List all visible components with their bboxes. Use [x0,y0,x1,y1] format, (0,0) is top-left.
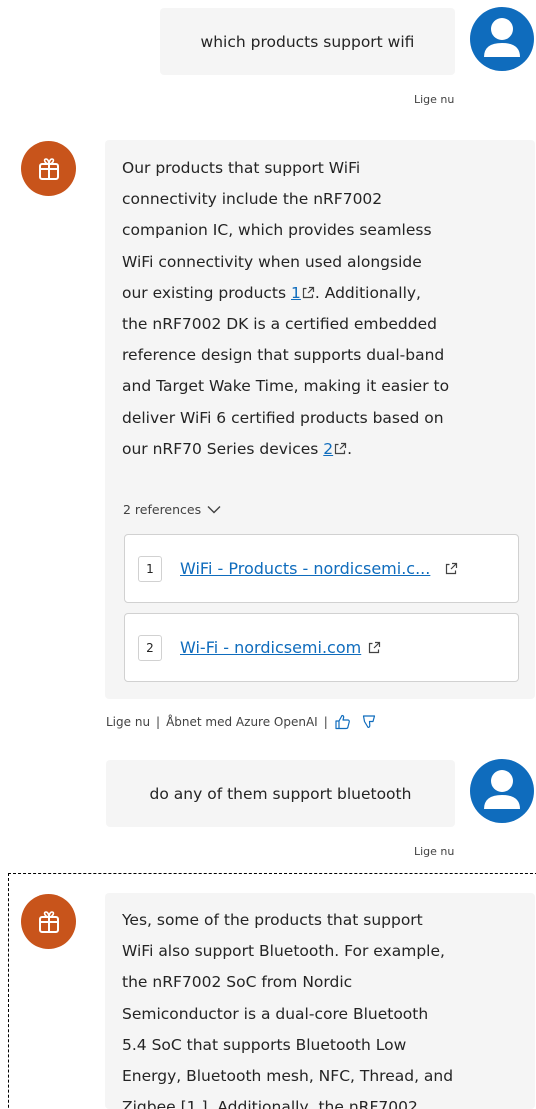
person-icon [484,770,520,809]
source-label: Åbnet med Azure OpenAI [166,715,318,729]
gift-icon [38,910,59,933]
user-avatar [470,759,534,823]
user-message-text: do any of them support bluetooth [149,784,412,803]
citation-link-1[interactable]: 1 [291,284,301,302]
bot-avatar [21,894,76,949]
person-icon [484,18,520,57]
user-avatar [470,7,534,71]
citation-link-2[interactable]: 2 [323,440,333,458]
message-timestamp: Lige nu [106,715,151,729]
gift-icon [38,157,59,180]
bot-message-text: Yes, some of the products that support W… [122,911,454,1109]
reference-link[interactable]: Wi-Fi - nordicsemi.com [180,638,361,657]
reference-card[interactable]: 2 Wi-Fi - nordicsemi.com [124,613,519,682]
thumbs-up-icon[interactable] [334,713,352,731]
references-label: 2 references [123,502,202,517]
external-link-icon [302,286,315,298]
message-timestamp: Lige nu [414,93,455,106]
reference-card[interactable]: 1 WiFi - Products - nordicsemi.c... [124,534,519,603]
reference-number: 1 [138,555,162,582]
message-meta: Lige nu | Åbnet med Azure OpenAI | [106,713,378,731]
external-link-icon [335,442,347,454]
external-link-icon [446,562,458,574]
bot-avatar [21,141,76,196]
user-message-text: which products support wifi [200,32,415,51]
thumbs-down-icon[interactable] [360,713,378,731]
meta-separator: | [323,715,328,729]
meta-separator: | [156,715,161,729]
bot-message-text: Our products that support WiFi connectiv… [122,159,450,458]
message-timestamp: Lige nu [414,845,455,858]
reference-link[interactable]: WiFi - Products - nordicsemi.c... [180,559,430,578]
external-link-icon [369,641,381,653]
chevron-down-icon [207,506,221,514]
user-message-bubble: do any of them support bluetooth [106,760,455,827]
reference-number: 2 [138,634,162,661]
references-toggle[interactable]: 2 references [123,502,221,517]
user-message-bubble: which products support wifi [160,8,455,75]
